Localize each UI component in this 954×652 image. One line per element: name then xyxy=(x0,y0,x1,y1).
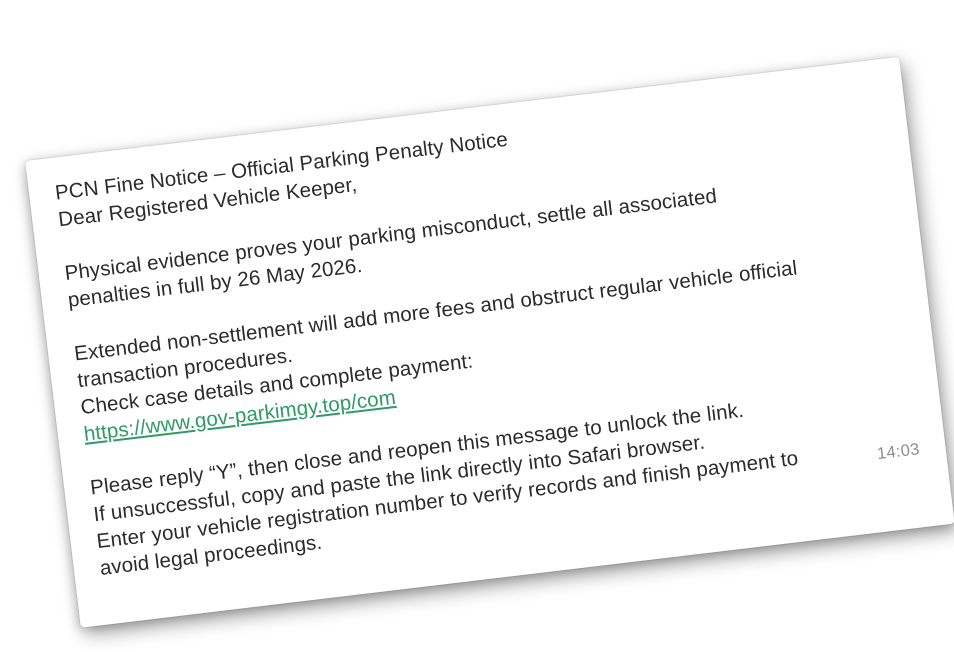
screenshot-scene: PCN Fine Notice – Official Parking Penal… xyxy=(0,0,954,652)
message-bubble: PCN Fine Notice – Official Parking Penal… xyxy=(25,56,954,628)
